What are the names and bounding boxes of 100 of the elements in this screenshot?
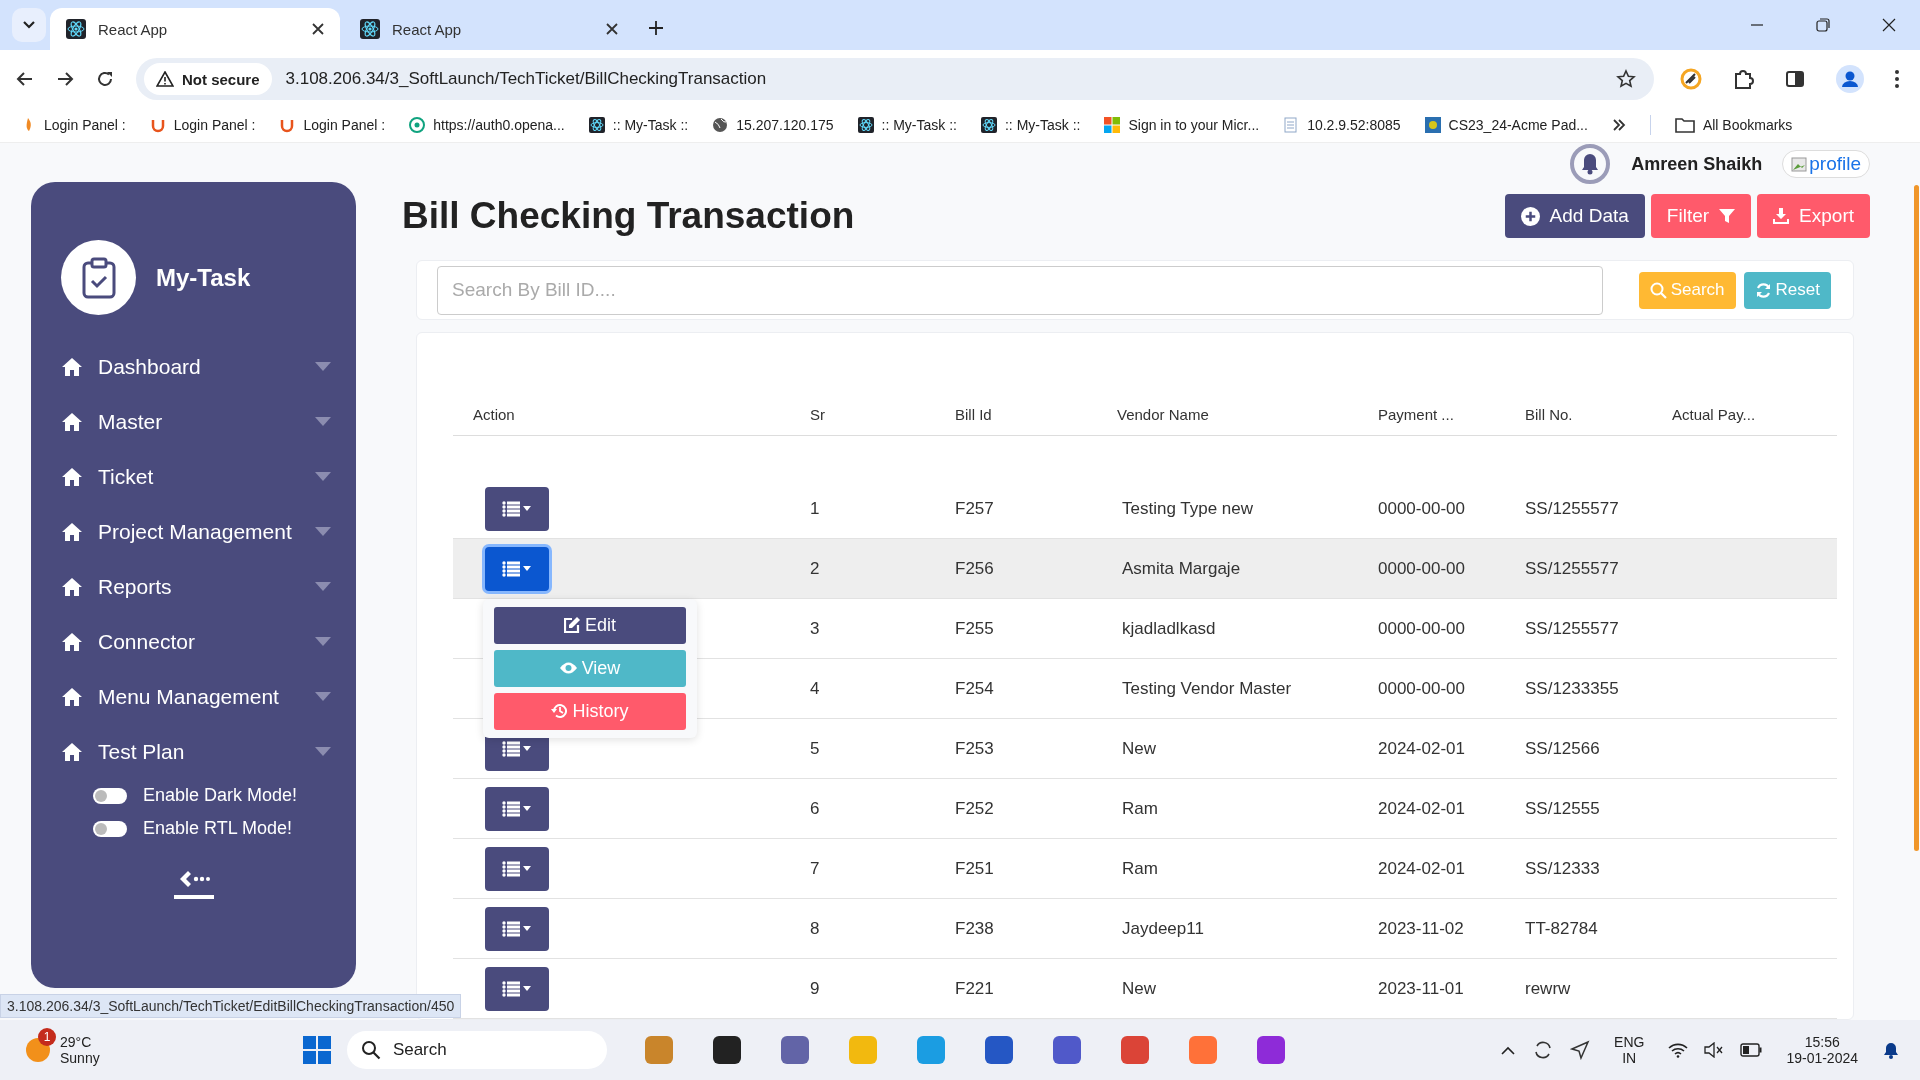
add-button[interactable]: Add Data — [1504, 194, 1645, 238]
tab-search-button[interactable] — [12, 8, 46, 42]
more-icon[interactable] — [1894, 69, 1900, 89]
table-row[interactable]: 7 F251 Ram 2024-02-01 SS/12333 — [453, 839, 1837, 899]
temperature: 29°C — [60, 1034, 93, 1050]
row-actions-button[interactable] — [485, 786, 549, 831]
restore-icon[interactable] — [1816, 18, 1830, 32]
clipboard-check-icon — [80, 256, 117, 299]
bookmark[interactable]: :: My-Task :: — [588, 117, 689, 133]
link-preview: 3.108.206.34/3_SoftLaunch/TechTicket/EditBillCheckingTransaction/450 — [0, 994, 462, 1018]
chevron-double-icon[interactable] — [1611, 119, 1626, 131]
column-header[interactable]: Sr — [810, 405, 955, 423]
avatar[interactable]: profile — [1782, 150, 1870, 178]
nav-item[interactable]: Test Plan — [61, 724, 331, 779]
column-header[interactable]: Action — [453, 405, 810, 423]
toggle-switch[interactable] — [93, 787, 127, 804]
location-arrow-icon[interactable] — [1570, 1040, 1591, 1060]
table-cell-text: Ram — [1121, 858, 1159, 879]
weather-condition: Sunny — [60, 1050, 100, 1066]
table-cell-text: 2023-11-01 — [1378, 978, 1465, 999]
close-icon[interactable] — [312, 23, 324, 35]
bookmark[interactable]: :: My-Task :: — [857, 117, 957, 133]
row-actions-button[interactable] — [485, 486, 549, 531]
download-icon — [1773, 208, 1790, 224]
nav-item[interactable]: Master — [61, 394, 331, 449]
refresh-icon — [1754, 281, 1772, 299]
clock-time[interactable]: 15:56 — [1804, 1034, 1840, 1050]
row-actions-button[interactable] — [485, 966, 549, 1011]
column-header[interactable]: Actual Pay... — [1672, 405, 1837, 423]
table-cell-text: F251 — [955, 858, 995, 879]
table-cell-text: Testing Vendor Master — [1121, 678, 1293, 699]
windows-start-icon[interactable] — [302, 1036, 331, 1064]
eye-icon — [559, 662, 577, 674]
puzzle-icon[interactable] — [1732, 68, 1754, 90]
forward-icon[interactable] — [56, 70, 74, 88]
house-icon — [61, 521, 83, 542]
table-row[interactable]: 6 F252 Ram 2024-02-01 SS/12555 — [453, 779, 1837, 839]
table-cell-text: Testing Type new — [1121, 498, 1255, 519]
bookmark[interactable]: Login Panel : — [149, 117, 256, 133]
column-header[interactable]: Bill Id — [955, 405, 1100, 423]
table-row[interactable]: 9 F221 New 2023-11-01 rewrw — [453, 959, 1837, 1019]
chat-logo-icon — [409, 117, 426, 133]
row-actions-button[interactable] — [485, 546, 549, 591]
clock-date[interactable]: 19-01-2024 — [1786, 1050, 1858, 1066]
bookmark[interactable]: :: My-Task :: — [981, 117, 1081, 133]
table-cell-text: F238 — [955, 918, 995, 939]
close-icon[interactable] — [606, 23, 618, 35]
speaker-muted-icon[interactable] — [1704, 1042, 1725, 1058]
column-header[interactable]: Bill No. — [1525, 405, 1672, 423]
nav-item[interactable]: Ticket — [61, 449, 331, 504]
close-icon[interactable] — [1882, 18, 1896, 32]
search-field[interactable]: Search By Bill ID.... — [437, 265, 1603, 315]
edit-icon — [564, 617, 580, 633]
browser-tab[interactable]: React App — [50, 8, 340, 50]
nav-item[interactable]: Dashboard — [61, 339, 331, 394]
reload-icon[interactable] — [96, 70, 114, 88]
region[interactable]: IN — [1622, 1050, 1637, 1066]
table-cell-text: F255 — [955, 618, 995, 639]
table-cell-text: 0000-00-00 — [1378, 678, 1466, 699]
taskbar-search[interactable]: Search — [346, 1031, 607, 1069]
all-bookmarks-button[interactable]: All Bookmarks — [1674, 117, 1793, 133]
wifi-icon[interactable] — [1668, 1042, 1689, 1058]
bookmark[interactable]: Login Panel : — [20, 117, 126, 133]
table-cell-text: rewrw — [1525, 978, 1572, 999]
column-header[interactable]: Payment ... — [1378, 405, 1525, 423]
edit-menu-item[interactable]: Edit — [494, 606, 686, 644]
nav-item[interactable]: Reports — [61, 559, 331, 614]
language[interactable]: ENG — [1614, 1034, 1645, 1050]
address-bar[interactable]: Not secure 3.108.206.34/3_SoftLaunch/TechTicket/BillCheckingTransaction — [136, 58, 1654, 100]
nav-item[interactable]: Connector — [61, 614, 331, 669]
bookmark-label: Sign in to your Micr... — [1128, 117, 1260, 133]
side-panel-icon[interactable] — [1784, 68, 1806, 90]
new-tab-icon[interactable] — [648, 20, 664, 36]
nav-item[interactable]: Project Management — [61, 504, 331, 559]
row-actions-button[interactable] — [485, 906, 549, 951]
funnel-icon — [1719, 208, 1736, 224]
nav-item[interactable]: Menu Management — [61, 669, 331, 724]
list-caret-icon — [502, 920, 532, 937]
column-header[interactable]: Vendor Name — [1100, 405, 1378, 423]
bell-icon[interactable] — [1569, 143, 1612, 185]
bookmark[interactable]: 15.207.120.175 — [712, 117, 834, 133]
chevron-up-icon[interactable] — [1500, 1044, 1517, 1056]
bell-icon[interactable] — [1882, 1040, 1900, 1060]
table-cell-text: F221 — [955, 978, 995, 999]
scrollbar-thumb[interactable] — [1914, 185, 1919, 851]
warning-icon — [156, 71, 174, 87]
bookmark[interactable]: 10.2.9.52:8085 — [1283, 117, 1401, 133]
profile-icon[interactable] — [1836, 65, 1864, 93]
toggle-switch[interactable] — [93, 820, 127, 837]
back-icon[interactable] — [16, 70, 34, 88]
battery-icon[interactable] — [1740, 1043, 1763, 1057]
bookmark[interactable]: Sign in to your Micr... — [1104, 117, 1260, 133]
browser-tab[interactable]: React App — [344, 8, 634, 50]
bookmark[interactable]: Login Panel : — [279, 117, 386, 133]
bookmark[interactable]: https://auth0.opena... — [409, 117, 565, 133]
row-actions-button[interactable] — [485, 846, 549, 891]
security-chip[interactable]: Not secure — [144, 63, 272, 95]
star-icon[interactable] — [1616, 69, 1636, 89]
extension-logo-icon[interactable] — [1680, 68, 1702, 90]
table-row[interactable]: 8 F238 Jaydeep11 2023-11-02 TT-82784 — [453, 899, 1837, 959]
